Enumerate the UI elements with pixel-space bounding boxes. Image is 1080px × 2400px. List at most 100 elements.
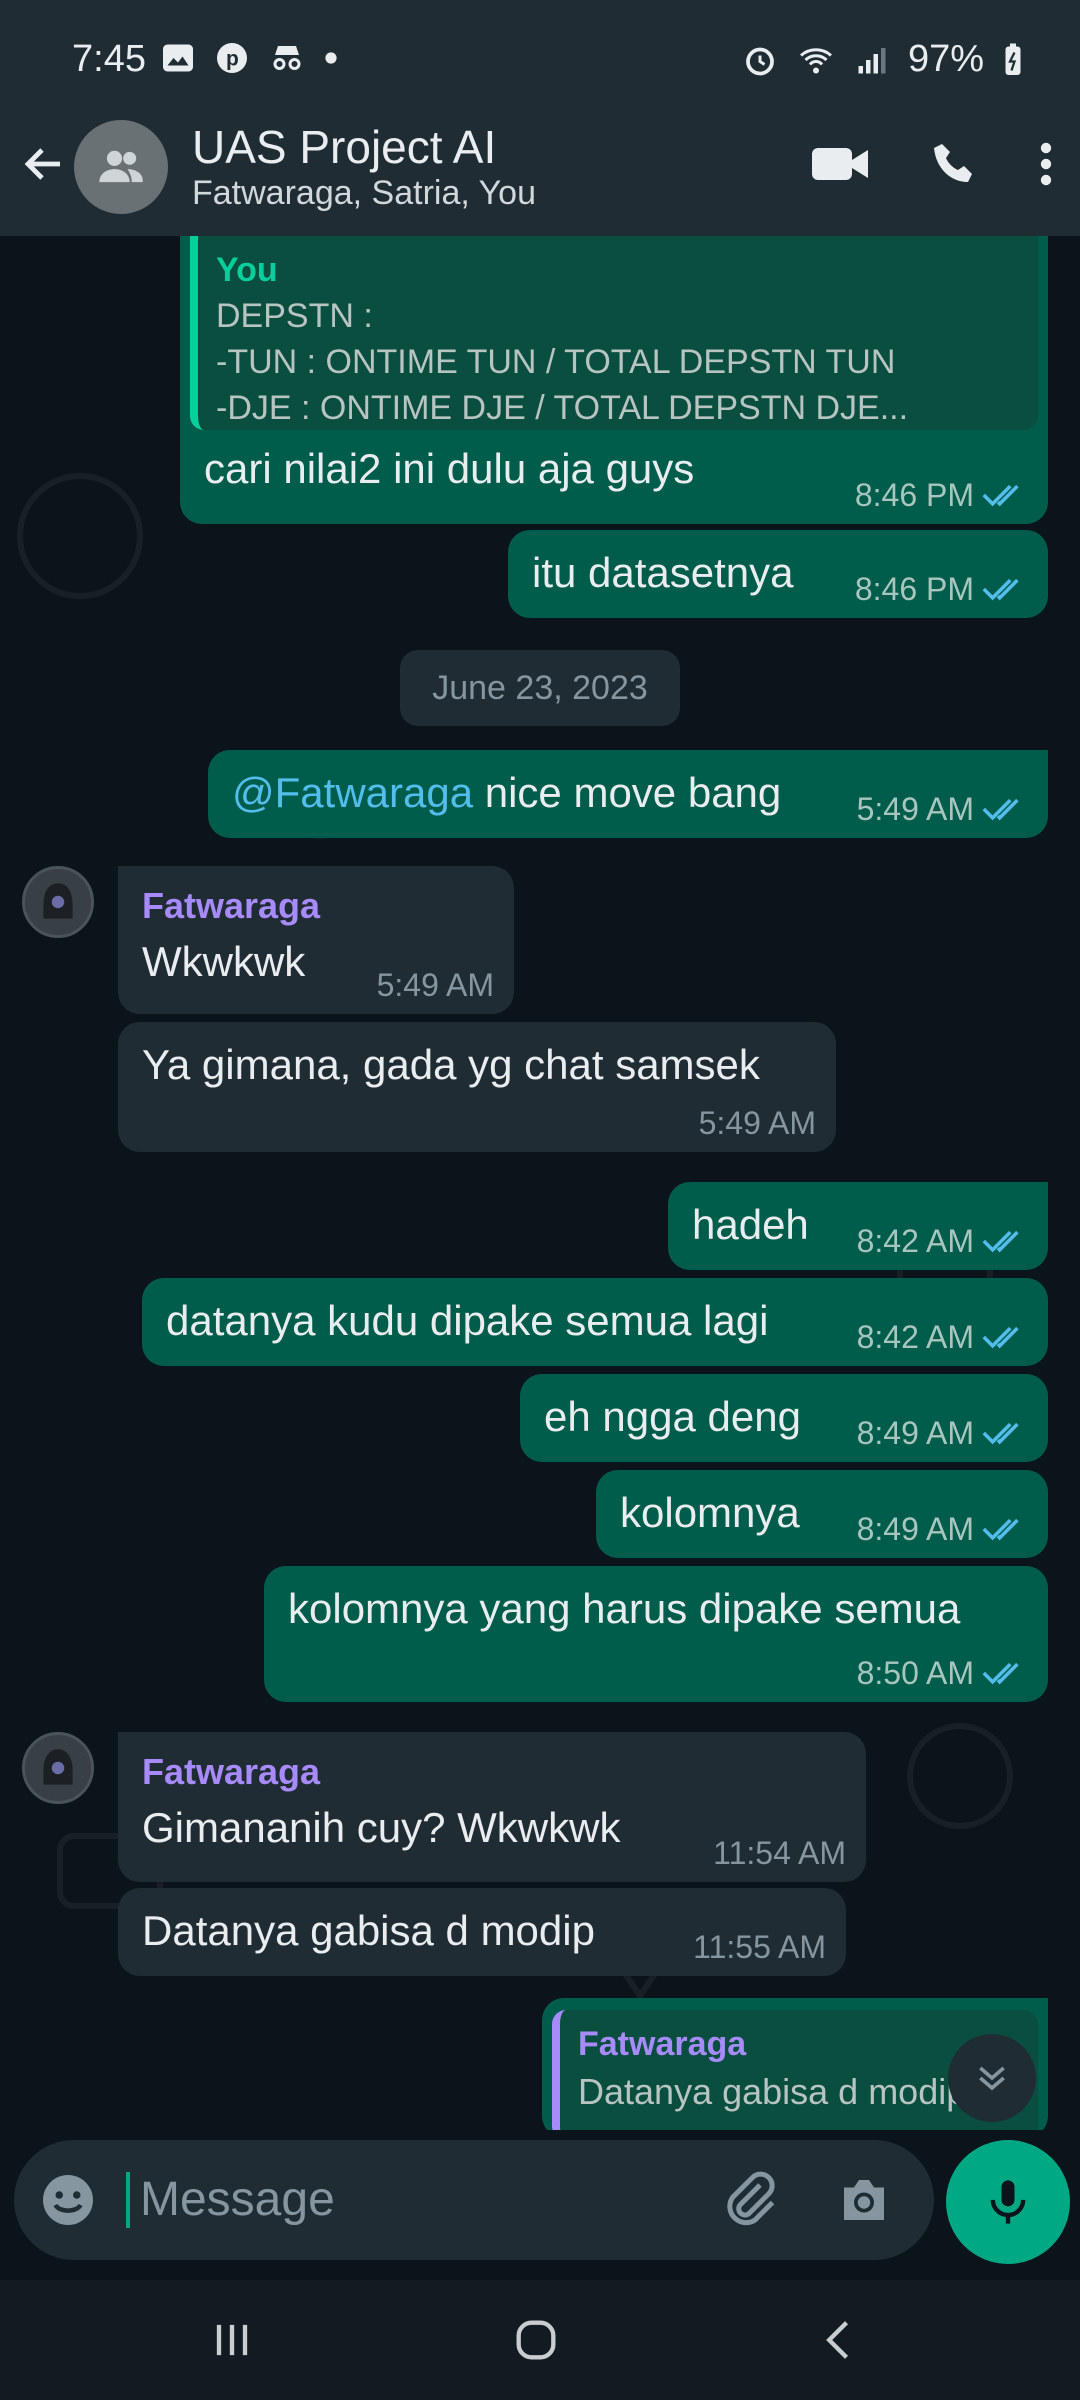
message-meta: 8:50 AM [857,1654,1028,1692]
message-bubble-incoming[interactable]: Datanya gabisa d modip 11:55 AM [118,1888,846,1976]
more-options-icon[interactable] [1036,140,1056,188]
sender-avatar[interactable] [22,866,94,938]
message-text: Datanya gabisa d modip [142,1907,595,1954]
message-bubble-outgoing[interactable]: kolomnya yang harus dipake semua 8:50 AM [264,1566,1048,1702]
gallery-icon [163,44,193,72]
svg-text:p: p [226,48,239,71]
back-arrow-icon[interactable] [20,140,68,188]
message-meta: 8:42 AM [857,1318,1028,1356]
notification-icons: p [160,40,338,76]
system-status: 97% [742,38,1024,81]
message-text: eh ngga deng [544,1393,801,1440]
sender-name[interactable]: Fatwaraga [142,1750,842,1793]
message-text: itu datasetnya [532,549,794,596]
double-chevron-down-icon [979,2066,1005,2091]
message-bubble-incoming[interactable]: Fatwaraga Gimananih cuy? Wkwkwk 11:54 AM [118,1732,866,1882]
read-receipt-icon [982,798,1019,821]
message-text: nice move bang [473,769,782,816]
message-time: 5:49 AM [698,1104,816,1141]
message-time: 5:49 AM [856,790,974,827]
message-text: kolomnya yang harus dipake semua [288,1585,961,1632]
quote-line: -TUN : ONTIME TUN / TOTAL DEPSTN TUN [216,342,896,381]
read-receipt-icon [982,578,1019,601]
back-nav-icon[interactable] [814,2314,866,2366]
home-icon[interactable] [510,2314,562,2366]
chat-header: UAS Project AI Fatwaraga, Satria, You [0,120,1080,236]
message-time: 5:49 AM [376,966,494,1003]
message-bubble-outgoing[interactable]: hadeh 8:42 AM [668,1182,1048,1270]
recent-apps-icon[interactable] [206,2314,258,2366]
message-bubble-outgoing[interactable]: kolomnya 8:49 AM [596,1470,1048,1558]
video-call-icon[interactable] [808,140,872,188]
attach-icon[interactable] [720,2170,780,2230]
message-time: 8:49 AM [856,1510,974,1547]
message-text: hadeh [692,1201,809,1248]
voice-message-button[interactable] [946,2140,1070,2264]
group-avatar[interactable] [74,120,168,214]
message-time: 8:49 AM [856,1414,974,1451]
sender-avatar[interactable] [22,1732,94,1804]
message-bubble-outgoing[interactable]: eh ngga deng 8:49 AM [520,1374,1048,1462]
emoji-icon[interactable] [38,2170,98,2230]
hooded-figure-icon [43,1749,73,1785]
read-receipt-icon [982,1326,1019,1349]
message-meta: 8:46 PM [855,476,1028,514]
pinterest-icon: p [217,43,247,73]
message-input[interactable]: Message [140,2172,335,2227]
voice-call-icon[interactable] [930,140,978,188]
microphone-icon [990,2180,1026,2224]
message-meta: 11:55 AM [693,1928,826,1966]
scroll-to-bottom-button[interactable] [948,2034,1036,2122]
message-text: Ya gimana, gada yg chat samsek [142,1041,760,1088]
message-composer: Message [14,2140,934,2260]
message-text: kolomnya [620,1489,800,1536]
date-divider: June 23, 2023 [400,650,680,726]
battery-charging-icon [1005,43,1021,75]
wifi-icon [799,47,832,73]
message-time: 8:42 AM [856,1222,974,1259]
incognito-icon [273,46,301,70]
message-meta: 5:49 AM [857,790,1028,828]
message-time: 11:54 AM [713,1834,846,1871]
chat-messages[interactable]: You DEPSTN : -TUN : ONTIME TUN / TOTAL D… [0,236,1080,2130]
reply-quote[interactable]: You DEPSTN : -TUN : ONTIME TUN / TOTAL D… [190,236,1038,430]
message-time: 8:42 AM [856,1318,974,1355]
message-meta: 5:49 AM [377,966,494,1004]
read-receipt-icon [982,484,1019,507]
read-receipt-icon [982,1518,1019,1541]
read-receipt-icon [982,1230,1019,1253]
message-meta: 8:42 AM [857,1222,1028,1260]
message-text: datanya kudu dipake semua lagi [166,1297,769,1344]
system-navigation-bar [0,2280,1080,2400]
message-bubble-outgoing[interactable]: @Fatwaraga nice move bang 5:49 AM [208,750,1048,838]
message-time: 11:55 AM [693,1928,826,1965]
message-bubble-outgoing[interactable]: You DEPSTN : -TUN : ONTIME TUN / TOTAL D… [180,236,1048,524]
signal-icon [858,47,886,73]
status-time: 7:45 [72,38,146,80]
message-bubble-outgoing[interactable]: datanya kudu dipake semua lagi 8:42 AM [142,1278,1048,1366]
message-time: 8:46 PM [854,570,974,607]
message-bubble-incoming[interactable]: Ya gimana, gada yg chat samsek 5:49 AM [118,1022,836,1152]
message-time: 8:46 PM [854,476,974,513]
quote-sender: You [216,251,278,289]
message-bubble-incoming[interactable]: Fatwaraga Wkwkwk 5:49 AM [118,866,514,1014]
text-cursor [126,2172,130,2228]
sender-name[interactable]: Fatwaraga [142,884,490,927]
message-meta: 8:46 PM [855,570,1028,608]
alarm-icon [746,47,774,75]
quote-line: -DJE : ONTIME DJE / TOTAL DEPSTN DJE... [216,388,909,427]
message-bubble-outgoing[interactable]: itu datasetnya 8:46 PM [508,530,1048,618]
message-time: 8:50 AM [856,1654,974,1691]
message-meta: 8:49 AM [857,1414,1028,1452]
message-meta: 11:54 AM [713,1834,846,1872]
message-meta: 8:49 AM [857,1510,1028,1548]
chat-participants[interactable]: Fatwaraga, Satria, You [192,174,536,213]
mention[interactable]: @Fatwaraga [232,769,473,816]
chat-title[interactable]: UAS Project AI [192,120,496,174]
camera-icon[interactable] [834,2170,894,2230]
group-icon [99,150,143,183]
status-bar: 7:45 p 97% [0,0,1080,120]
hooded-figure-icon [43,883,73,919]
message-meta: 5:49 AM [699,1104,816,1142]
dot-icon [325,52,337,64]
